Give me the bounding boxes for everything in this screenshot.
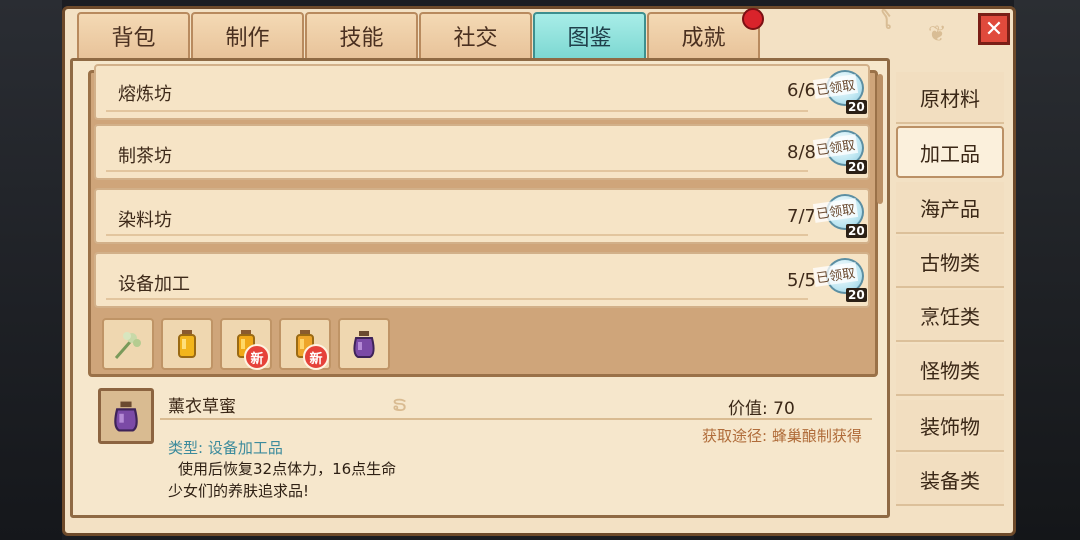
tab-label: 图鉴	[567, 26, 612, 51]
reward-count: 20	[846, 288, 867, 302]
herb-sprig-icon	[114, 332, 141, 359]
tab-label: 成就	[681, 26, 726, 51]
reward-count: 20	[846, 100, 867, 114]
workshop-name: 染料坊	[118, 210, 172, 231]
row-divider	[106, 234, 808, 236]
background-right	[1014, 0, 1080, 540]
category-label: 古物类	[920, 250, 980, 275]
list-scrollbar[interactable]	[877, 74, 883, 204]
claimed-badge[interactable]: 已领取 20	[812, 128, 870, 176]
row-divider	[106, 110, 808, 112]
tab-backpack[interactable]: 背包	[77, 12, 190, 58]
workshop-count: 6/6	[787, 80, 816, 101]
claimed-badge[interactable]: 已领取 20	[812, 68, 870, 116]
close-icon: ✕	[984, 16, 1004, 42]
workshop-row[interactable]: 设备加工 5/5 已领取 20	[94, 252, 870, 308]
reward-count: 20	[846, 160, 867, 174]
swirl-decoration-icon: ❦	[928, 22, 947, 47]
category-label: 烹饪类	[920, 304, 980, 329]
workshop-count: 8/8	[787, 142, 816, 163]
new-badge: 新	[303, 344, 329, 370]
item-grid: 新 新	[102, 318, 390, 370]
category-label: 装备类	[920, 468, 980, 493]
category-sidebar: 原材料 加工品 海产品 古物类 烹饪类 怪物类 装饰物 装备类	[896, 68, 1006, 518]
tab-crafting[interactable]: 制作	[191, 12, 304, 58]
tab-bar: 背包 制作 技能 社交 图鉴 成就	[77, 12, 761, 58]
workshop-row[interactable]: 染料坊 7/7 已领取 20	[94, 188, 870, 244]
detail-divider	[160, 418, 872, 420]
category-label: 装饰物	[920, 414, 980, 439]
item-slot[interactable]	[338, 318, 390, 370]
row-divider	[106, 298, 808, 300]
new-label: 新	[250, 351, 264, 367]
claimed-badge[interactable]: 已领取 20	[812, 192, 870, 240]
tab-label: 背包	[111, 26, 156, 51]
new-badge: 新	[244, 344, 270, 370]
reward-count: 20	[846, 224, 867, 238]
category-decorations[interactable]: 装饰物	[896, 400, 1004, 452]
claimed-badge[interactable]: 已领取 20	[812, 256, 870, 304]
tab-label: 技能	[339, 26, 384, 51]
item-slot[interactable]	[161, 318, 213, 370]
tab-skills[interactable]: 技能	[305, 12, 418, 58]
tab-collection[interactable]: 图鉴	[533, 12, 646, 58]
category-antiques[interactable]: 古物类	[896, 236, 1004, 288]
row-divider	[106, 170, 808, 172]
category-monsters[interactable]: 怪物类	[896, 344, 1004, 396]
item-effect: 使用后恢复32点体力，16点生命	[178, 460, 397, 478]
purple-pot-icon	[353, 331, 375, 358]
item-type: 类型: 设备加工品	[168, 439, 283, 457]
purple-pot-icon	[114, 401, 138, 432]
background-left	[0, 0, 62, 540]
workshop-name: 制茶坊	[118, 146, 172, 167]
item-slot[interactable]: 新	[220, 318, 272, 370]
item-slot[interactable]: 新	[279, 318, 331, 370]
tab-label: 社交	[453, 26, 498, 51]
category-raw-materials[interactable]: 原材料	[896, 72, 1004, 124]
category-cooking[interactable]: 烹饪类	[896, 290, 1004, 342]
item-slot[interactable]	[102, 318, 154, 370]
category-label: 加工品	[920, 141, 980, 166]
item-value: 价值: 70	[728, 399, 795, 419]
tab-social[interactable]: 社交	[419, 12, 532, 58]
new-label: 新	[309, 351, 323, 367]
honey-jar-icon	[178, 330, 196, 358]
swirl-decoration-icon: ຣ	[392, 392, 408, 417]
category-label: 海产品	[920, 196, 980, 221]
workshop-name: 熔炼坊	[118, 84, 172, 105]
category-label: 怪物类	[920, 358, 980, 383]
category-label: 原材料	[920, 86, 980, 111]
notification-dot	[742, 8, 764, 30]
item-description: 少女们的养肤追求品!	[168, 482, 310, 500]
item-source: 获取途径: 蜂巢酿制获得	[702, 427, 862, 445]
category-equipment[interactable]: 装备类	[896, 454, 1004, 506]
workshop-row[interactable]: 制茶坊 8/8 已领取 20	[94, 124, 870, 180]
category-seafood[interactable]: 海产品	[896, 182, 1004, 234]
workshop-row[interactable]: 熔炼坊 6/6 已领取 20	[94, 64, 870, 120]
item-name: 薰衣草蜜	[168, 397, 236, 417]
category-processed-goods[interactable]: 加工品	[896, 126, 1004, 178]
workshop-count: 7/7	[787, 206, 816, 227]
detail-item-icon	[98, 388, 154, 444]
close-button[interactable]: ✕	[978, 13, 1010, 45]
swirl-decoration-icon: ໂ	[882, 10, 893, 35]
workshop-count: 5/5	[787, 270, 816, 291]
workshop-name: 设备加工	[118, 274, 190, 295]
tab-label: 制作	[225, 26, 270, 51]
